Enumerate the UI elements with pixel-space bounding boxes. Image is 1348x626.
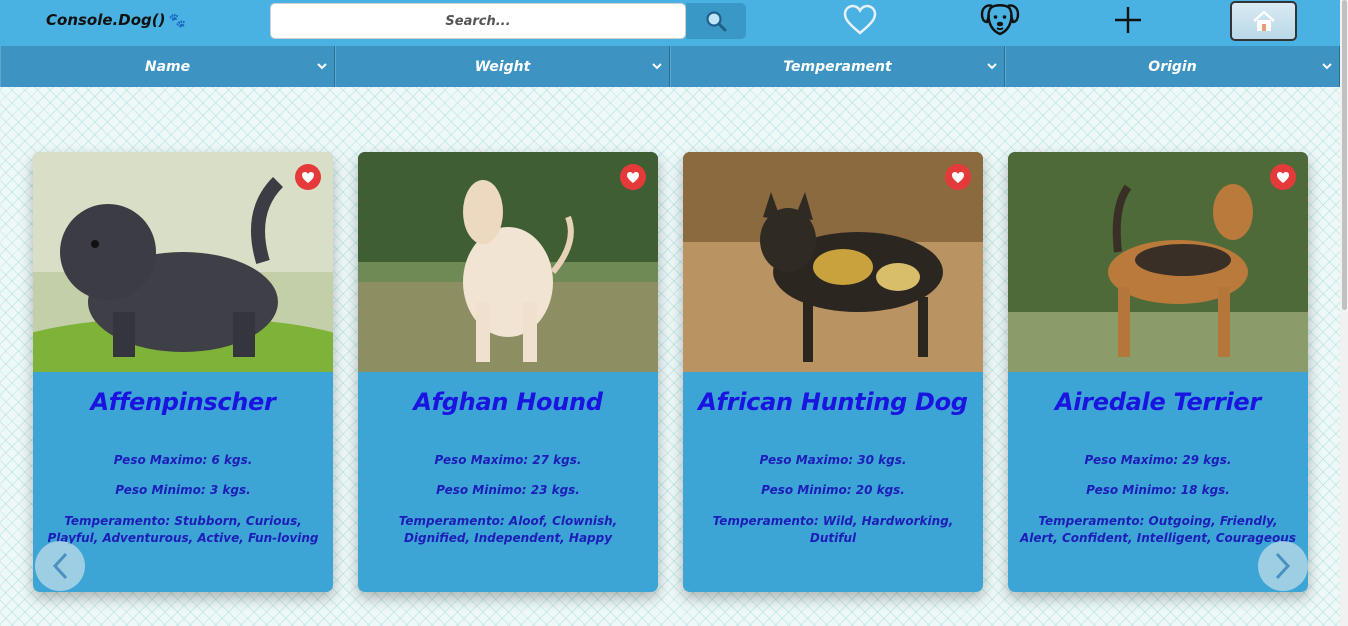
dog-face-icon <box>980 4 1020 36</box>
filter-label: Origin <box>1148 58 1197 75</box>
max-weight: Peso Maximo: 27 kgs. <box>434 453 582 467</box>
breed-name: African Hunting Dog <box>698 388 968 416</box>
breed-name: Airedale Terrier <box>1055 388 1261 416</box>
heart-icon <box>1277 171 1289 183</box>
min-weight: Peso Minimo: 3 kgs. <box>115 483 251 497</box>
breed-card[interactable]: Afghan Hound Peso Maximo: 27 kgs. Peso M… <box>358 152 658 592</box>
home-button[interactable] <box>1230 1 1297 41</box>
breed-image <box>1008 152 1308 372</box>
temperament: Temperamento: Stubborn, Curious, Playful… <box>47 514 319 545</box>
breed-image <box>683 152 983 372</box>
max-weight: Peso Maximo: 30 kgs. <box>759 453 907 467</box>
chevron-down-icon <box>652 63 662 70</box>
add-breed-button[interactable] <box>1108 0 1148 40</box>
favorite-button[interactable] <box>295 164 321 190</box>
favorites-nav-button[interactable] <box>840 0 880 40</box>
min-weight: Peso Minimo: 18 kgs. <box>1086 483 1230 497</box>
breeds-nav-button[interactable] <box>978 0 1022 38</box>
filter-label: Name <box>144 58 191 75</box>
filter-label: Temperament <box>783 58 892 75</box>
max-weight: Peso Maximo: 29 kgs. <box>1084 453 1232 467</box>
breed-name: Afghan Hound <box>413 388 603 416</box>
temperament: Temperamento: Aloof, Clownish, Dignified… <box>398 514 618 545</box>
heart-icon <box>302 171 314 183</box>
chevron-right-icon <box>1275 552 1291 580</box>
heart-outline-icon <box>843 4 877 35</box>
app-logo[interactable]: Console.Dog() 🐾 <box>46 11 186 29</box>
search-icon <box>706 11 727 32</box>
paw-icon: 🐾 <box>168 13 186 29</box>
breed-card[interactable]: Airedale Terrier Peso Maximo: 29 kgs. Pe… <box>1008 152 1308 592</box>
carousel-next-button[interactable] <box>1258 541 1308 591</box>
max-weight: Peso Maximo: 6 kgs. <box>113 453 253 467</box>
temperament: Temperamento: Outgoing, Friendly, Alert,… <box>1020 514 1296 545</box>
filter-origin-select[interactable]: Origin <box>1005 46 1340 87</box>
filter-weight-select[interactable]: Weight <box>335 46 670 87</box>
chevron-down-icon <box>1322 63 1332 70</box>
min-weight: Peso Minimo: 20 kgs. <box>761 483 905 497</box>
temperament: Temperamento: Wild, Hardworking, Dutiful <box>712 514 954 545</box>
heart-icon <box>952 171 964 183</box>
favorite-button[interactable] <box>1270 164 1296 190</box>
heart-icon <box>627 171 639 183</box>
chevron-down-icon <box>317 63 327 70</box>
plus-icon <box>1115 7 1141 33</box>
favorite-button[interactable] <box>945 164 971 190</box>
search-input[interactable] <box>270 3 686 39</box>
top-navbar: Console.Dog() 🐾 <box>0 0 1340 46</box>
carousel-prev-button[interactable] <box>35 541 85 591</box>
breed-name: Affenpinscher <box>90 388 276 416</box>
breed-card[interactable]: Affenpinscher Peso Maximo: 6 kgs. Peso M… <box>33 152 333 592</box>
min-weight: Peso Minimo: 23 kgs. <box>436 483 580 497</box>
filter-temperament-select[interactable]: Temperament <box>670 46 1005 87</box>
home-icon <box>1252 10 1275 31</box>
filter-bar: Name Weight Temperament Origin <box>0 46 1340 87</box>
filter-name-select[interactable]: Name <box>0 46 335 87</box>
breed-image <box>33 152 333 372</box>
breed-image <box>358 152 658 372</box>
chevron-left-icon <box>52 552 68 580</box>
logo-text: Console.Dog() <box>46 11 166 29</box>
filter-label: Weight <box>474 58 531 75</box>
breed-card[interactable]: African Hunting Dog Peso Maximo: 30 kgs.… <box>683 152 983 592</box>
chevron-down-icon <box>987 63 997 70</box>
search-button[interactable] <box>686 3 746 39</box>
scrollbar-thumb[interactable] <box>1342 0 1347 310</box>
favorite-button[interactable] <box>620 164 646 190</box>
